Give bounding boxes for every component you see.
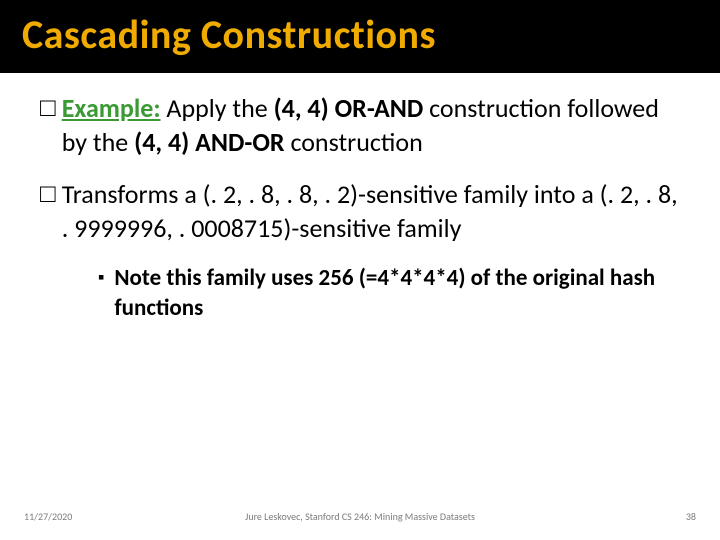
slide-title: Cascading Constructions — [22, 10, 698, 59]
text: Apply the — [161, 92, 274, 124]
square-bullet-icon: □ — [40, 91, 56, 123]
example-label: Example: — [62, 92, 161, 124]
small-square-bullet-icon: ▪ — [98, 263, 104, 291]
footer-attribution: Jure Leskovec, Stanford CS 246: Mining M… — [0, 510, 720, 523]
bullet-example: □ Example: Apply the (4, 4) OR-AND const… — [40, 91, 680, 159]
footer-page-number: 38 — [686, 510, 696, 523]
slide-content: □ Example: Apply the (4, 4) OR-AND const… — [0, 73, 720, 323]
slide-footer: 11/27/2020 Jure Leskovec, Stanford CS 24… — [0, 510, 720, 526]
sub-bullet-text: Note this family uses 256 (=4*4*4*4) of … — [114, 263, 680, 323]
text: construction — [285, 126, 423, 158]
sensitive-before: (. 2, . 8, . 8, . 2)-sensitive — [203, 178, 458, 210]
bullet-example-text: Example: Apply the (4, 4) OR-AND constru… — [62, 91, 680, 159]
text: Transforms a — [62, 178, 203, 210]
sub-bullet-note: ▪ Note this family uses 256 (=4*4*4*4) o… — [98, 263, 680, 323]
or-and-spec: (4, 4) OR-AND — [274, 92, 424, 124]
title-bar: Cascading Constructions — [0, 0, 720, 73]
bullet-transforms-text: Transforms a (. 2, . 8, . 8, . 2)-sensit… — [62, 177, 680, 245]
text: family — [391, 212, 461, 244]
square-bullet-icon: □ — [40, 177, 56, 209]
text: family into a — [458, 178, 600, 210]
and-or-spec: (4, 4) AND-OR — [134, 126, 284, 158]
bullet-transforms: □ Transforms a (. 2, . 8, . 8, . 2)-sens… — [40, 177, 680, 245]
